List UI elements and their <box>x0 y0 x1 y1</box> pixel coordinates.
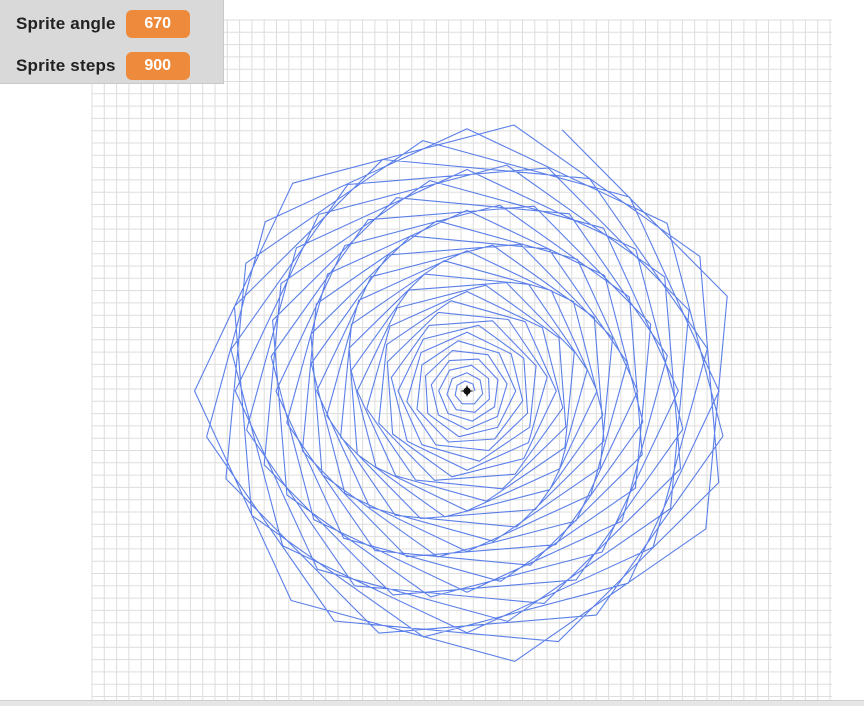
watcher-label: Sprite steps <box>16 56 116 75</box>
sprite-icon[interactable] <box>460 385 474 397</box>
bottom-edge-bar <box>0 700 864 706</box>
grid-drawing <box>91 19 832 700</box>
variable-watchers-panel: Sprite angle 670 Sprite steps 900 <box>0 0 224 84</box>
watcher-value: 900 <box>125 52 190 80</box>
watcher-sprite-steps[interactable]: Sprite steps 900 <box>16 51 190 81</box>
watcher-sprite-angle[interactable]: Sprite angle 670 <box>16 9 190 39</box>
watcher-label: Sprite angle <box>16 14 116 33</box>
stage-canvas[interactable]: Sprite angle 670 Sprite steps 900 <box>0 0 864 706</box>
watcher-value: 670 <box>125 10 190 38</box>
